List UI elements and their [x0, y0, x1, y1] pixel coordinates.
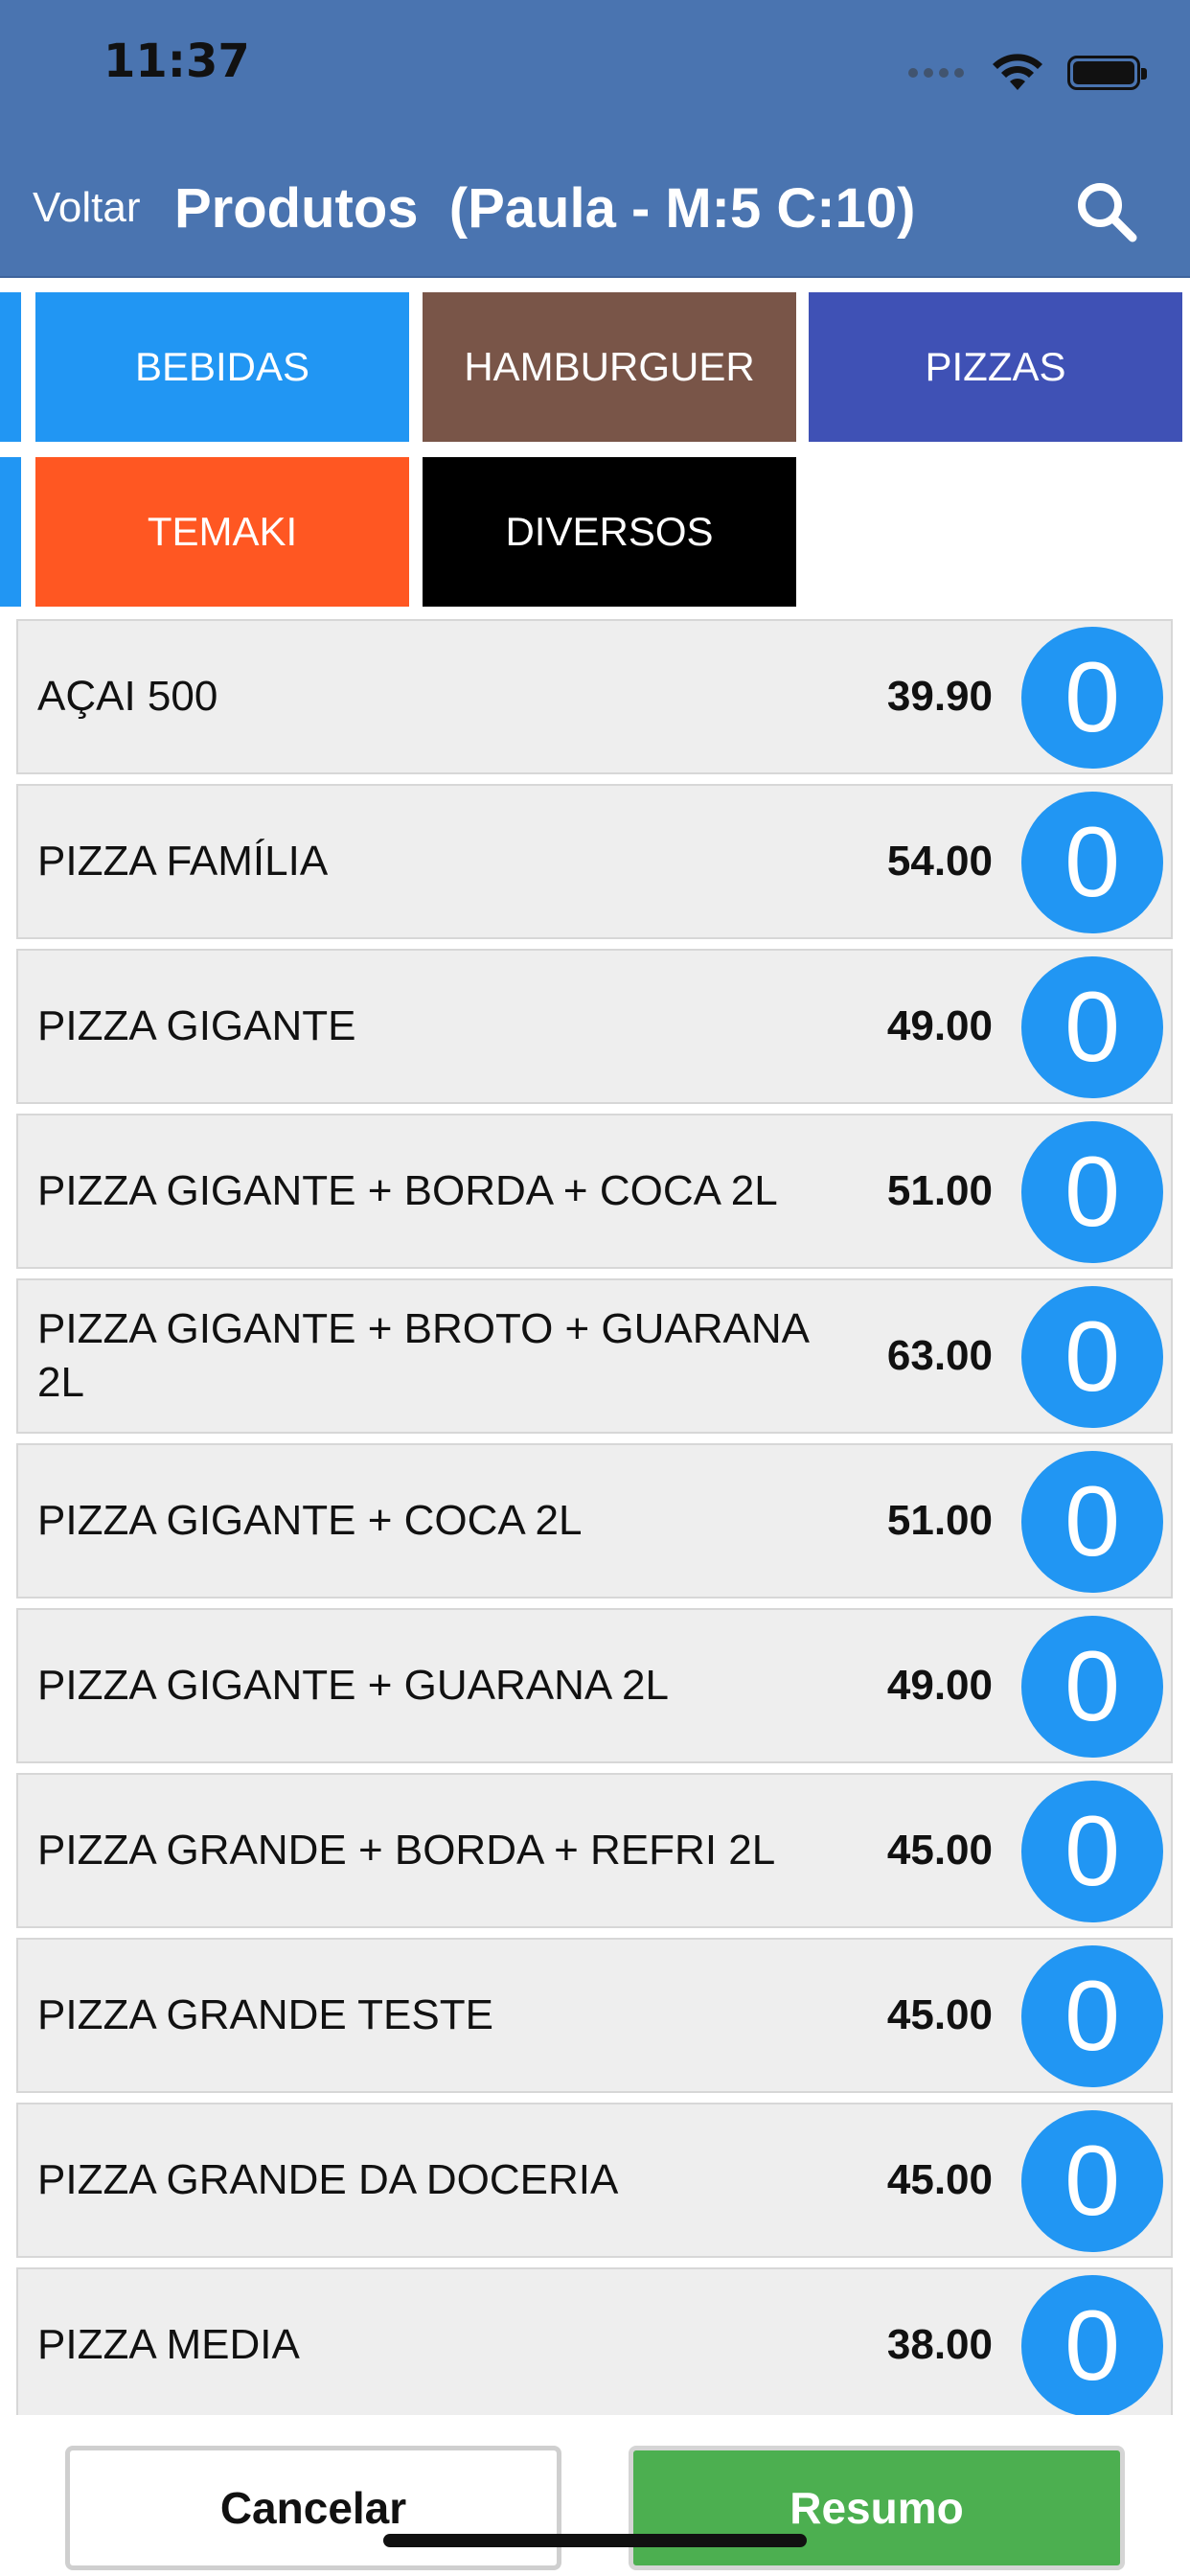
category-tile-partial[interactable]: [0, 292, 21, 442]
product-row[interactable]: PIZZA GIGANTE + BROTO + GUARANA 2L 63.00…: [16, 1278, 1173, 1434]
home-indicator[interactable]: [383, 2534, 807, 2547]
product-price: 63.00: [886, 1332, 993, 1379]
product-name: AÇAI 500: [37, 673, 218, 720]
product-row[interactable]: PIZZA GIGANTE + GUARANA 2L 49.00 0: [16, 1608, 1173, 1763]
product-price: 39.90: [886, 673, 993, 720]
quantity-button[interactable]: 0: [1021, 1121, 1163, 1263]
product-price: 54.00: [886, 838, 993, 885]
quantity-button[interactable]: 0: [1021, 2110, 1163, 2252]
quantity-button[interactable]: 0: [1021, 1616, 1163, 1758]
product-price: 49.00: [886, 1002, 993, 1049]
product-row[interactable]: PIZZA GRANDE TESTE 45.00 0: [16, 1938, 1173, 2093]
quantity-button[interactable]: 0: [1021, 956, 1163, 1098]
product-name: PIZZA GIGANTE + BROTO + GUARANA 2L: [37, 1305, 808, 1406]
quantity-button[interactable]: 0: [1021, 1945, 1163, 2087]
product-row[interactable]: PIZZA GIGANTE 49.00 0: [16, 949, 1173, 1104]
cancel-button[interactable]: Cancelar: [65, 2446, 561, 2570]
quantity-button[interactable]: 0: [1021, 627, 1163, 769]
page-title: Produtos (Paula - M:5 C:10): [174, 177, 916, 240]
product-name: PIZZA GRANDE + BORDA + REFRI 2L: [37, 1827, 776, 1874]
quantity-button[interactable]: 0: [1021, 2275, 1163, 2415]
summary-button[interactable]: Resumo: [629, 2446, 1125, 2570]
product-row[interactable]: PIZZA MEDIA 38.00 0: [16, 2267, 1173, 2415]
category-temaki[interactable]: TEMAKI: [35, 457, 409, 607]
product-list[interactable]: AÇAI 500 39.90 0 PIZZA FAMÍLIA 54.00 0 P…: [0, 613, 1190, 2415]
nav-header: 11:37 Voltar Produtos (Paula - M:5 C:10): [0, 0, 1190, 278]
product-name: PIZZA GIGANTE: [37, 1002, 356, 1049]
product-price: 49.00: [886, 1662, 993, 1709]
product-name: PIZZA GRANDE DA DOCERIA: [37, 2156, 619, 2203]
wifi-icon: [993, 54, 1042, 90]
product-name: PIZZA GRANDE TESTE: [37, 1991, 493, 2038]
category-pizzas[interactable]: PIZZAS: [809, 292, 1182, 442]
quantity-button[interactable]: 0: [1021, 1451, 1163, 1593]
product-row[interactable]: PIZZA GRANDE + BORDA + REFRI 2L 45.00 0: [16, 1773, 1173, 1928]
product-name: PIZZA FAMÍLIA: [37, 838, 329, 885]
product-name: PIZZA GIGANTE + COCA 2L: [37, 1497, 583, 1544]
product-price: 45.00: [886, 2156, 993, 2203]
status-icons: [908, 52, 1147, 94]
product-name: PIZZA GIGANTE + BORDA + COCA 2L: [37, 1167, 778, 1214]
battery-icon: [1067, 56, 1147, 90]
search-icon[interactable]: [1073, 178, 1140, 245]
product-row[interactable]: PIZZA GIGANTE + BORDA + COCA 2L 51.00 0: [16, 1114, 1173, 1269]
cellular-signal-icon: [908, 68, 964, 78]
product-price: 38.00: [886, 2321, 993, 2368]
product-name: PIZZA GIGANTE + GUARANA 2L: [37, 1662, 669, 1709]
footer-bar: Cancelar Resumo: [0, 2415, 1190, 2576]
category-bebidas[interactable]: BEBIDAS: [35, 292, 409, 442]
category-tile-partial[interactable]: [0, 457, 21, 607]
status-time: 11:37: [103, 34, 250, 88]
quantity-button[interactable]: 0: [1021, 1286, 1163, 1428]
category-hamburguer[interactable]: HAMBURGUER: [423, 292, 796, 442]
category-diversos[interactable]: DIVERSOS: [423, 457, 796, 607]
product-row[interactable]: PIZZA GRANDE DA DOCERIA 45.00 0: [16, 2103, 1173, 2258]
product-price: 51.00: [886, 1497, 993, 1544]
product-price: 45.00: [886, 1827, 993, 1874]
product-price: 51.00: [886, 1167, 993, 1214]
category-grid: BEBIDAS HAMBURGUER PIZZAS TEMAKI DIVERSO…: [0, 292, 1190, 607]
product-row[interactable]: AÇAI 500 39.90 0: [16, 619, 1173, 774]
product-row[interactable]: PIZZA FAMÍLIA 54.00 0: [16, 784, 1173, 939]
product-name: PIZZA MEDIA: [37, 2321, 300, 2368]
quantity-button[interactable]: 0: [1021, 792, 1163, 933]
back-button[interactable]: Voltar: [33, 184, 141, 232]
product-row[interactable]: PIZZA GIGANTE + COCA 2L 51.00 0: [16, 1443, 1173, 1598]
product-price: 45.00: [886, 1991, 993, 2038]
quantity-button[interactable]: 0: [1021, 1781, 1163, 1922]
